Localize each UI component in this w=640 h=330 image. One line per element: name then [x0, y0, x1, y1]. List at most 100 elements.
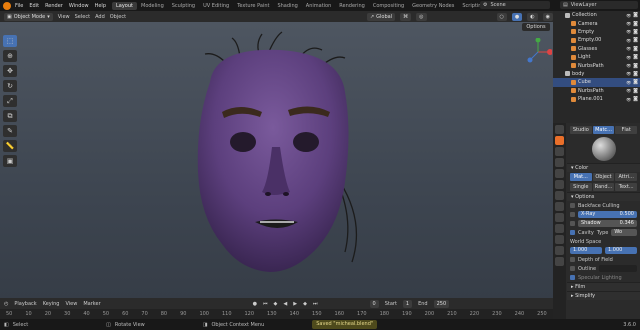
color-material-button[interactable]: Mat... — [570, 173, 592, 181]
backface-row[interactable]: Backface Culling — [567, 201, 640, 210]
vp-menu-object[interactable]: Object — [110, 14, 126, 20]
blender-logo-icon[interactable] — [3, 1, 11, 10]
start-frame-field[interactable]: 1 — [402, 299, 413, 308]
shading-solid-button[interactable]: ● — [511, 12, 523, 21]
orientation-dropdown[interactable]: ↗ Global — [366, 12, 396, 21]
film-section-header[interactable]: ▸ Film — [567, 282, 640, 291]
render-camera-icon[interactable]: ◙ — [633, 21, 638, 27]
workspace-tab-rendering[interactable]: Rendering — [335, 2, 369, 10]
world-tab-icon[interactable] — [555, 180, 564, 189]
options-section-header[interactable]: ▾ Options — [567, 192, 640, 201]
world-space-field-1[interactable]: 1.000 — [570, 247, 602, 254]
outliner-row[interactable]: Plane.001 👁 ◙ — [553, 95, 640, 103]
color-attribute-button[interactable]: Attri... — [615, 173, 638, 181]
modifier-tab-icon[interactable] — [555, 202, 564, 211]
vp-menu-select[interactable]: Select — [75, 14, 90, 20]
visibility-eye-icon[interactable]: 👁 — [626, 38, 631, 43]
menu-file[interactable]: File — [15, 3, 23, 9]
timeline-marker[interactable]: Marker — [83, 301, 100, 307]
workspace-tab-shading[interactable]: Shading — [273, 2, 301, 10]
outliner-row[interactable]: NurbsPath 👁 ◙ — [553, 61, 640, 69]
select-box-icon[interactable]: ⬚ — [3, 35, 17, 47]
workspace-tab-sculpting[interactable]: Sculpting — [168, 2, 199, 10]
data-tab-icon[interactable] — [555, 246, 564, 255]
color-section-header[interactable]: ▾ Color — [567, 163, 640, 172]
outliner-row[interactable]: Empty.00 👁 ◙ — [553, 36, 640, 44]
timeline-icon[interactable]: ◴ — [4, 301, 8, 307]
visibility-eye-icon[interactable]: 👁 — [626, 88, 631, 93]
move-icon[interactable]: ✥ — [3, 65, 17, 77]
workspace-tab-layout[interactable]: Layout — [112, 1, 137, 10]
y-axis-icon[interactable] — [527, 57, 533, 63]
mode-dropdown[interactable]: ▣ Object Mode ▾ — [4, 12, 53, 21]
play-reverse-icon[interactable]: ◀ — [283, 301, 287, 307]
render-camera-icon[interactable]: ◙ — [633, 96, 638, 102]
visibility-eye-icon[interactable]: 👁 — [626, 71, 631, 76]
lighting-matcap-button[interactable]: Matc... — [592, 126, 615, 134]
shading-material-button[interactable]: ◐ — [527, 12, 538, 21]
rotate-icon[interactable]: ↻ — [3, 80, 17, 92]
z-axis-icon[interactable] — [535, 38, 541, 43]
proportional-toggle[interactable]: ◎ — [416, 12, 427, 21]
cursor-icon[interactable]: ⊕ — [3, 50, 17, 62]
material-tab-icon[interactable] — [555, 257, 564, 266]
visibility-eye-icon[interactable]: 👁 — [626, 80, 631, 85]
render-camera-icon[interactable]: ◙ — [633, 29, 638, 35]
visibility-eye-icon[interactable]: 👁 — [626, 21, 631, 26]
color-texture-button[interactable]: Text... — [615, 183, 638, 191]
particles-tab-icon[interactable] — [555, 213, 564, 222]
visibility-eye-icon[interactable]: 👁 — [626, 13, 631, 18]
outliner-row[interactable]: Collection 👁 ◙ — [553, 11, 640, 19]
workspace-tab-geometry-nodes[interactable]: Geometry Nodes — [408, 2, 458, 10]
output-tab-icon[interactable] — [555, 147, 564, 156]
outliner-row[interactable]: Light 👁 ◙ — [553, 53, 640, 61]
cavity-checkbox[interactable] — [570, 230, 575, 235]
workspace-tab-compositing[interactable]: Compositing — [369, 2, 408, 10]
next-key-icon[interactable]: ◆ — [303, 301, 307, 307]
jump-start-icon[interactable]: ⏮ — [263, 301, 268, 307]
prev-key-icon[interactable]: ◆ — [274, 301, 278, 307]
current-frame-field[interactable]: 0 — [369, 299, 379, 308]
render-camera-icon[interactable]: ◙ — [633, 37, 638, 43]
render-camera-icon[interactable]: ◙ — [633, 63, 638, 69]
3d-viewport[interactable] — [0, 22, 553, 298]
outliner-row[interactable]: Glasses 👁 ◙ — [553, 45, 640, 53]
options-button[interactable]: Options — [522, 23, 550, 31]
render-camera-icon[interactable]: ◙ — [633, 71, 638, 77]
scene-selector[interactable]: ⚙ Scene — [480, 1, 550, 9]
navigation-gizmo[interactable] — [524, 38, 552, 66]
cavity-type-dropdown[interactable]: Wo — [611, 229, 637, 236]
visibility-eye-icon[interactable]: 👁 — [626, 63, 631, 68]
timeline-view[interactable]: View — [65, 301, 77, 307]
constraints-tab-icon[interactable] — [555, 235, 564, 244]
shadow-field[interactable]: Shadow 0.346 — [578, 220, 637, 227]
annotate-icon[interactable]: ✎ — [3, 125, 17, 137]
vp-menu-add[interactable]: Add — [95, 14, 105, 20]
play-icon[interactable]: ▶ — [293, 301, 297, 307]
backface-checkbox[interactable] — [570, 203, 575, 208]
color-object-button[interactable]: Object — [592, 173, 615, 181]
workspace-tab-modeling[interactable]: Modeling — [137, 2, 168, 10]
outliner-row[interactable]: Empty 👁 ◙ — [553, 28, 640, 36]
menu-edit[interactable]: Edit — [29, 3, 39, 9]
tool-tab-icon[interactable] — [555, 125, 564, 134]
lighting-flat-button[interactable]: Flat — [615, 126, 638, 134]
color-single-button[interactable]: Single — [570, 183, 592, 191]
simplify-section-header[interactable]: ▸ Simplify — [567, 291, 640, 300]
scene-tab-icon[interactable] — [555, 169, 564, 178]
dof-checkbox[interactable] — [570, 257, 575, 262]
outliner-row[interactable]: Camera 👁 ◙ — [553, 19, 640, 27]
timeline-playback[interactable]: Playback — [14, 301, 36, 307]
visibility-eye-icon[interactable]: 👁 — [626, 55, 631, 60]
menu-help[interactable]: Help — [95, 3, 106, 9]
physics-tab-icon[interactable] — [555, 224, 564, 233]
visibility-eye-icon[interactable]: 👁 — [626, 29, 631, 34]
render-camera-icon[interactable]: ◙ — [633, 46, 638, 52]
color-random-button[interactable]: Rand... — [592, 183, 615, 191]
x-axis-icon[interactable] — [547, 49, 552, 55]
timeline-keying[interactable]: Keying — [43, 301, 60, 307]
jump-end-icon[interactable]: ⏭ — [313, 301, 318, 307]
outline-checkbox[interactable] — [570, 266, 575, 271]
measure-icon[interactable]: 📏 — [3, 140, 17, 152]
viewlayer-selector[interactable]: ▤ ViewLayer — [560, 1, 638, 9]
